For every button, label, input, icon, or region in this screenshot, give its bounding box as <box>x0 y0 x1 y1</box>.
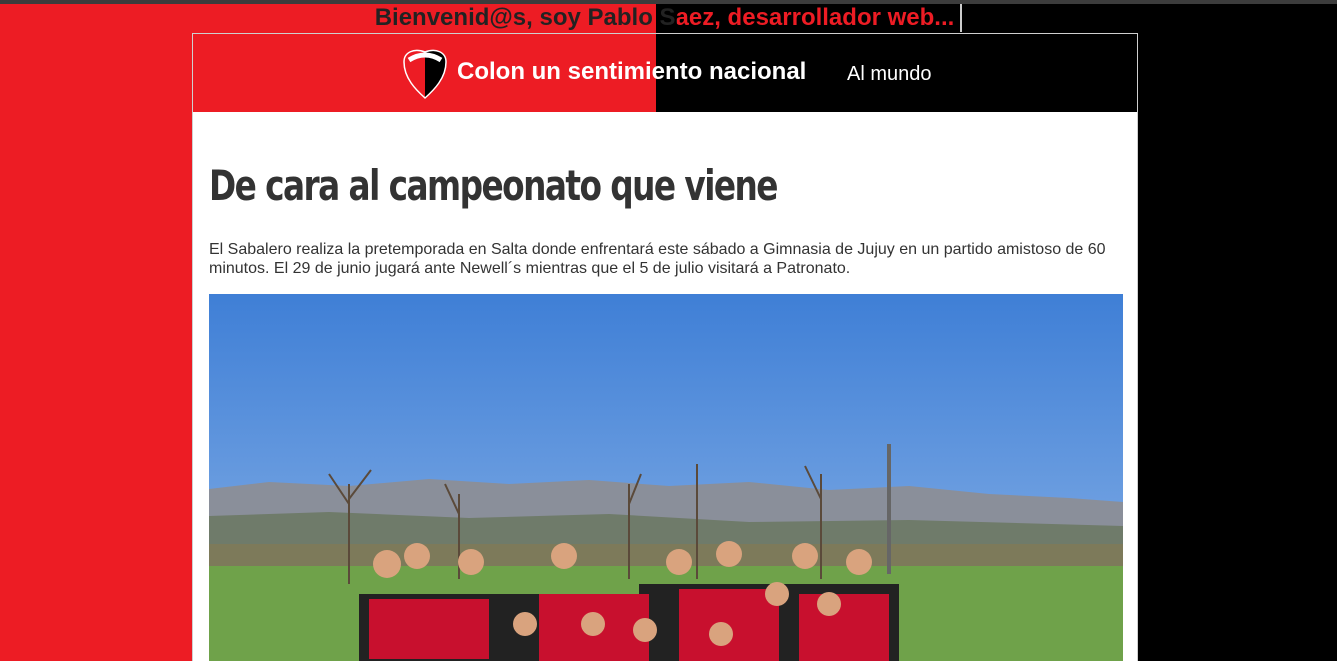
club-logo-icon[interactable] <box>400 46 450 101</box>
nav-link-al-mundo[interactable]: Al mundo <box>847 62 932 86</box>
welcome-banner: Bienvenid@s, soy Pablo Saez, desarrollad… <box>0 4 1337 34</box>
navbar: Colon un sentimiento nacional Al mundo <box>193 34 1137 112</box>
page-container: Colon un sentimiento nacional Al mundo D… <box>192 33 1138 661</box>
article-title: De cara al campeonato que viene <box>209 161 779 210</box>
welcome-text: Bienvenid@s, soy Pablo Saez, desarrollad… <box>375 4 963 32</box>
brand-link[interactable]: Colon un sentimiento nacional <box>457 58 806 86</box>
article-lead: El Sabalero realiza la pretemporada en S… <box>209 241 1106 277</box>
team-photo <box>209 294 1123 661</box>
